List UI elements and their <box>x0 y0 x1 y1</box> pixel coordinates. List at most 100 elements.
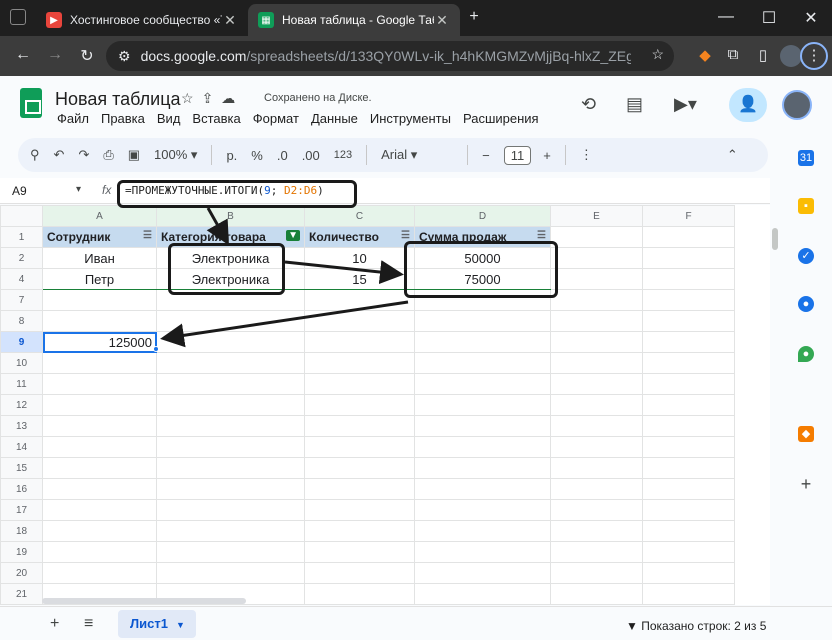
cell[interactable] <box>304 331 415 353</box>
percent-format-button[interactable]: % <box>251 148 263 163</box>
row-header[interactable]: 18 <box>0 520 43 542</box>
cell[interactable] <box>642 604 735 605</box>
address-bar[interactable]: ⚙ docs.google.com/spreadsheets/d/133QY0W… <box>106 41 674 71</box>
tasks-icon[interactable]: ✓ <box>798 248 814 264</box>
cell[interactable] <box>42 457 157 479</box>
cell[interactable] <box>156 352 305 374</box>
cell-quantity[interactable]: 15 <box>304 268 415 290</box>
row-header[interactable]: 9 <box>0 331 43 353</box>
forward-icon[interactable]: → <box>44 46 66 64</box>
star-icon[interactable]: ☆ <box>181 90 202 106</box>
cell[interactable] <box>42 604 157 605</box>
cell[interactable] <box>642 562 735 584</box>
currency-format-button[interactable]: р. <box>226 148 237 163</box>
cell[interactable] <box>642 499 735 521</box>
row-header[interactable]: 14 <box>0 436 43 458</box>
header-cell-quantity[interactable]: Количество ☰ <box>304 226 415 248</box>
column-header-c[interactable]: C <box>304 205 415 227</box>
spreadsheet-grid[interactable]: A B C D E F 1 Сотрудник ☰ Категория товар… <box>0 205 770 605</box>
chrome-menu-icon[interactable]: ⋮ <box>800 42 828 70</box>
maps-icon[interactable]: ● <box>798 346 814 362</box>
cell[interactable] <box>550 520 643 542</box>
cell[interactable] <box>642 310 735 332</box>
cell[interactable] <box>550 268 643 290</box>
row-header[interactable]: 8 <box>0 310 43 332</box>
paint-format-icon[interactable]: ▣ <box>128 147 140 163</box>
close-tab-icon[interactable]: ✕ <box>434 12 450 29</box>
version-history-icon[interactable]: ⟲ <box>581 94 596 115</box>
cell[interactable] <box>156 541 305 563</box>
cell[interactable] <box>304 478 415 500</box>
cell[interactable] <box>42 541 157 563</box>
cell[interactable] <box>156 562 305 584</box>
browser-tab-active[interactable]: ▦ Новая таблица - Google Табли ✕ <box>248 4 460 36</box>
account-avatar[interactable] <box>782 90 812 120</box>
minimize-icon[interactable]: — <box>714 8 738 26</box>
row-header[interactable]: 2 <box>0 247 43 269</box>
cell[interactable] <box>550 541 643 563</box>
cell[interactable] <box>304 289 415 311</box>
undo-icon[interactable]: ↶ <box>54 147 65 163</box>
move-folder-icon[interactable]: ⇪ <box>202 90 222 106</box>
cell[interactable] <box>414 394 551 416</box>
cell[interactable] <box>414 415 551 437</box>
cell[interactable] <box>642 247 735 269</box>
row-header[interactable]: 10 <box>0 352 43 374</box>
cell[interactable] <box>304 310 415 332</box>
increase-decimal-button[interactable]: .00 <box>302 148 320 163</box>
share-button[interactable]: 👤 <box>729 88 767 122</box>
cell[interactable] <box>550 562 643 584</box>
cell[interactable] <box>550 226 643 248</box>
close-window-icon[interactable]: ✕ <box>799 8 823 28</box>
cell[interactable] <box>304 562 415 584</box>
cell[interactable] <box>642 373 735 395</box>
row-header[interactable]: 17 <box>0 499 43 521</box>
reload-icon[interactable]: ↻ <box>76 46 98 66</box>
cell[interactable] <box>550 478 643 500</box>
menu-file[interactable]: Файл <box>57 111 89 126</box>
meet-video-icon[interactable]: ▶▾ <box>674 94 697 115</box>
cell[interactable] <box>550 436 643 458</box>
active-filter-icon[interactable]: ▼ <box>286 230 300 241</box>
font-size-input[interactable]: 11 <box>503 145 532 165</box>
cell[interactable] <box>42 415 157 437</box>
cell[interactable] <box>42 520 157 542</box>
sheets-logo-icon[interactable] <box>20 88 42 118</box>
font-size-decrease-button[interactable]: − <box>482 148 490 163</box>
cell-quantity[interactable]: 10 <box>304 247 415 269</box>
cell[interactable] <box>550 289 643 311</box>
cell[interactable] <box>414 499 551 521</box>
cell[interactable] <box>156 499 305 521</box>
cell[interactable] <box>414 604 551 605</box>
chevron-down-icon[interactable]: ▼ <box>176 620 185 630</box>
cell[interactable] <box>414 436 551 458</box>
header-cell-employee[interactable]: Сотрудник ☰ <box>42 226 157 248</box>
cell[interactable] <box>550 310 643 332</box>
decrease-decimal-button[interactable]: .0 <box>277 148 288 163</box>
menu-data[interactable]: Данные <box>311 111 358 126</box>
column-header-d[interactable]: D <box>414 205 551 227</box>
contacts-icon[interactable]: ● <box>798 296 814 312</box>
cell[interactable] <box>304 373 415 395</box>
zoom-select[interactable]: 100% ▾ <box>154 147 197 163</box>
extensions-puzzle-icon[interactable]: ⧉ <box>722 46 744 66</box>
cell[interactable] <box>156 436 305 458</box>
cell[interactable] <box>304 457 415 479</box>
fill-handle[interactable] <box>153 346 159 352</box>
column-header-b[interactable]: B <box>156 205 305 227</box>
cell[interactable] <box>304 394 415 416</box>
cell[interactable] <box>642 457 735 479</box>
cell[interactable] <box>550 415 643 437</box>
cell[interactable] <box>42 394 157 416</box>
cell[interactable] <box>642 226 735 248</box>
select-all-corner[interactable] <box>0 205 43 227</box>
cell[interactable] <box>414 310 551 332</box>
cell[interactable] <box>414 541 551 563</box>
cell[interactable] <box>642 352 735 374</box>
cell[interactable] <box>156 331 305 353</box>
collapse-toolbar-icon[interactable]: ⌃ <box>727 147 738 163</box>
row-header[interactable]: 19 <box>0 541 43 563</box>
cell[interactable] <box>304 415 415 437</box>
menu-format[interactable]: Формат <box>253 111 299 126</box>
document-title[interactable]: Новая таблица <box>55 89 181 110</box>
